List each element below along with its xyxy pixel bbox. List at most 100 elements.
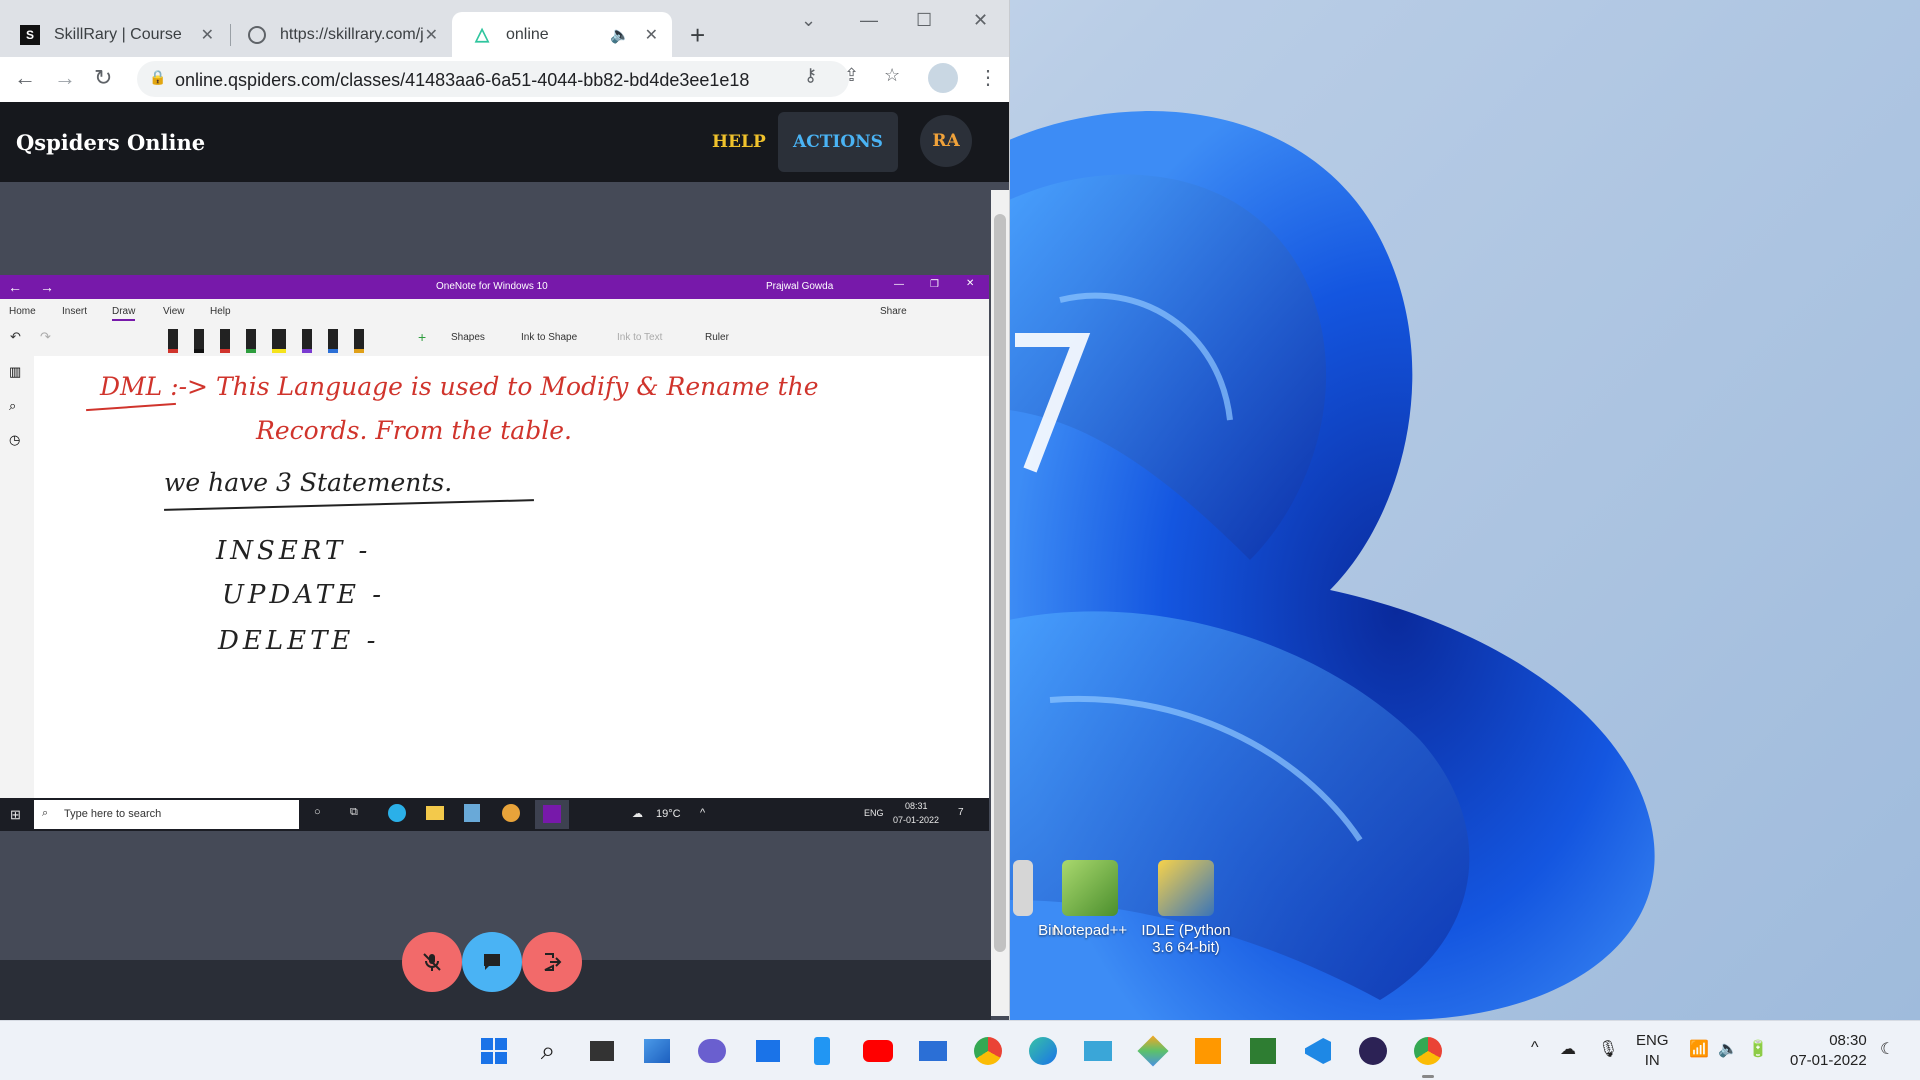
microphone-icon[interactable]: 🎙 bbox=[1598, 1039, 1618, 1059]
minimize-button[interactable]: — bbox=[860, 10, 878, 31]
system-clock[interactable]: 08:30 07-01-2022 bbox=[1790, 1031, 1867, 1071]
user-avatar[interactable]: RA bbox=[920, 115, 972, 167]
start-button[interactable] bbox=[478, 1035, 510, 1067]
redo-icon[interactable]: ↷ bbox=[40, 329, 51, 345]
key-icon[interactable]: ⚷ bbox=[804, 65, 817, 86]
pen-red2-icon[interactable] bbox=[220, 329, 230, 353]
store-button[interactable] bbox=[752, 1035, 784, 1067]
highlighter-yellow-icon[interactable] bbox=[272, 329, 286, 353]
pen-blue-icon[interactable] bbox=[328, 329, 338, 353]
back-button[interactable]: ← bbox=[14, 65, 36, 91]
address-bar[interactable]: 🔒 online.qspiders.com/classes/41483aa6-6… bbox=[137, 61, 849, 97]
pen-red-icon[interactable] bbox=[168, 329, 178, 353]
pen-purple-icon[interactable] bbox=[302, 329, 312, 353]
ink-to-text-button[interactable]: Ink to Text bbox=[617, 332, 662, 343]
onenote-minimize[interactable]: — bbox=[894, 279, 904, 290]
profile-avatar[interactable] bbox=[928, 63, 958, 93]
tab-skillrary[interactable]: S SkillRary | Course ✕ bbox=[0, 12, 228, 57]
help-link[interactable]: HELP bbox=[712, 132, 766, 152]
pen-orange-icon[interactable] bbox=[354, 329, 364, 353]
installer-button[interactable] bbox=[1247, 1035, 1279, 1067]
chat-button[interactable] bbox=[462, 932, 522, 992]
tray-chevron-icon[interactable]: ^ bbox=[700, 807, 705, 819]
edge-icon[interactable] bbox=[388, 804, 406, 822]
search-icon[interactable]: ⌕ bbox=[9, 398, 16, 414]
onenote-restore[interactable]: ❐ bbox=[930, 279, 939, 290]
search-icon[interactable]: ⌕ bbox=[532, 1035, 564, 1067]
vscode-button[interactable] bbox=[1302, 1035, 1334, 1067]
win10-date[interactable]: 07-01-2022 bbox=[893, 815, 939, 825]
pen-green-icon[interactable] bbox=[246, 329, 256, 353]
sublime-button[interactable] bbox=[1192, 1035, 1224, 1067]
volume-icon[interactable]: 🔈 bbox=[1718, 1039, 1738, 1059]
wifi-icon[interactable]: 📶 bbox=[1689, 1039, 1709, 1059]
audio-playing-icon[interactable]: 🔈 bbox=[610, 25, 630, 45]
share-button-label[interactable]: Share bbox=[880, 306, 907, 317]
pen-black-icon[interactable] bbox=[194, 329, 204, 353]
battery-icon[interactable]: 🔋 bbox=[1748, 1039, 1768, 1059]
ruler-button[interactable]: Ruler bbox=[705, 332, 729, 343]
new-tab-button[interactable]: + bbox=[690, 20, 705, 51]
leave-meeting-button[interactable] bbox=[522, 932, 582, 992]
actions-button[interactable]: ACTIONS bbox=[778, 112, 898, 172]
phone-link-button[interactable] bbox=[806, 1035, 838, 1067]
shapes-button[interactable]: Shapes bbox=[451, 332, 485, 343]
task-view-button[interactable] bbox=[586, 1035, 618, 1067]
brand-logo-text[interactable]: Qspiders Online bbox=[16, 130, 205, 155]
close-tab-icon[interactable]: ✕ bbox=[645, 25, 658, 45]
onedrive-icon[interactable]: ☁ bbox=[1560, 1039, 1576, 1059]
add-pen-icon[interactable]: + bbox=[418, 329, 426, 345]
task-view-icon[interactable]: ⧉ bbox=[350, 806, 358, 819]
ink-to-shape-button[interactable]: Ink to Shape bbox=[521, 332, 577, 343]
ribbon-tab-view[interactable]: View bbox=[163, 306, 185, 317]
win10-time[interactable]: 08:31 bbox=[905, 801, 928, 811]
tab-online[interactable]: △ online 🔈 ✕ bbox=[452, 12, 672, 57]
close-tab-icon[interactable]: ✕ bbox=[201, 25, 214, 45]
youtube-button[interactable] bbox=[862, 1035, 894, 1067]
widgets-button[interactable] bbox=[641, 1035, 673, 1067]
cortana-icon[interactable]: ○ bbox=[314, 806, 321, 818]
undo-icon[interactable]: ↶ bbox=[10, 329, 21, 345]
url-text[interactable]: online.qspiders.com/classes/41483aa6-6a5… bbox=[175, 70, 749, 91]
chrome-button[interactable] bbox=[972, 1035, 1004, 1067]
win10-lang[interactable]: ENG bbox=[864, 808, 884, 818]
ribbon-tab-help[interactable]: Help bbox=[210, 306, 231, 317]
ribbon-tab-insert[interactable]: Insert bbox=[62, 306, 87, 317]
chrome-icon[interactable] bbox=[502, 804, 520, 822]
notebooks-icon[interactable]: ▥ bbox=[9, 364, 21, 380]
maximize-button[interactable]: ☐ bbox=[916, 10, 932, 31]
tab-skillrary-url[interactable]: https://skillrary.com/j ✕ bbox=[232, 12, 452, 57]
onenote-close[interactable]: ✕ bbox=[966, 278, 974, 289]
desktop-icon-idle[interactable]: IDLE (Python 3.6 64-bit) bbox=[1140, 860, 1232, 956]
language-indicator[interactable]: ENG IN bbox=[1636, 1031, 1669, 1071]
remote-desktop-button[interactable] bbox=[1082, 1035, 1114, 1067]
notification-count[interactable]: 7 bbox=[958, 807, 964, 818]
onenote-canvas[interactable]: DML :-> This Language is used to Modify … bbox=[34, 356, 989, 798]
bookmark-star-icon[interactable]: ☆ bbox=[884, 65, 900, 86]
win10-start-icon[interactable]: ⊞ bbox=[10, 807, 21, 823]
ribbon-tab-home[interactable]: Home bbox=[9, 306, 36, 317]
weather-temp[interactable]: 19°C bbox=[656, 808, 681, 820]
app-icon[interactable] bbox=[464, 804, 480, 822]
back-arrow-icon[interactable]: ← bbox=[8, 279, 22, 295]
show-hidden-icons-chevron[interactable]: ^ bbox=[1531, 1039, 1539, 1057]
forward-button[interactable]: → bbox=[54, 65, 76, 91]
focus-moon-icon[interactable]: ☾ bbox=[1880, 1039, 1894, 1059]
forward-arrow-icon[interactable]: → bbox=[40, 279, 54, 295]
ribbon-tab-draw[interactable]: Draw bbox=[112, 306, 136, 321]
eclipse-button[interactable] bbox=[1357, 1035, 1389, 1067]
mail-button[interactable] bbox=[917, 1035, 949, 1067]
app-diamond-button[interactable] bbox=[1137, 1035, 1169, 1067]
chrome-profile-button[interactable] bbox=[1412, 1035, 1444, 1067]
onenote-taskbar-button[interactable] bbox=[535, 800, 569, 829]
win10-search-box[interactable]: ⌕ Type here to search bbox=[34, 800, 299, 829]
file-explorer-icon[interactable] bbox=[426, 806, 444, 820]
close-window-button[interactable]: ✕ bbox=[973, 10, 988, 31]
mute-mic-button[interactable] bbox=[402, 932, 462, 992]
onenote-user-name[interactable]: Prajwal Gowda bbox=[766, 281, 833, 292]
lock-icon[interactable]: 🔒 bbox=[149, 69, 166, 86]
teams-chat-button[interactable] bbox=[696, 1035, 728, 1067]
chrome-menu-icon[interactable]: ⋮ bbox=[978, 65, 998, 90]
edge-button[interactable] bbox=[1027, 1035, 1059, 1067]
scrollbar-thumb[interactable] bbox=[994, 214, 1006, 952]
